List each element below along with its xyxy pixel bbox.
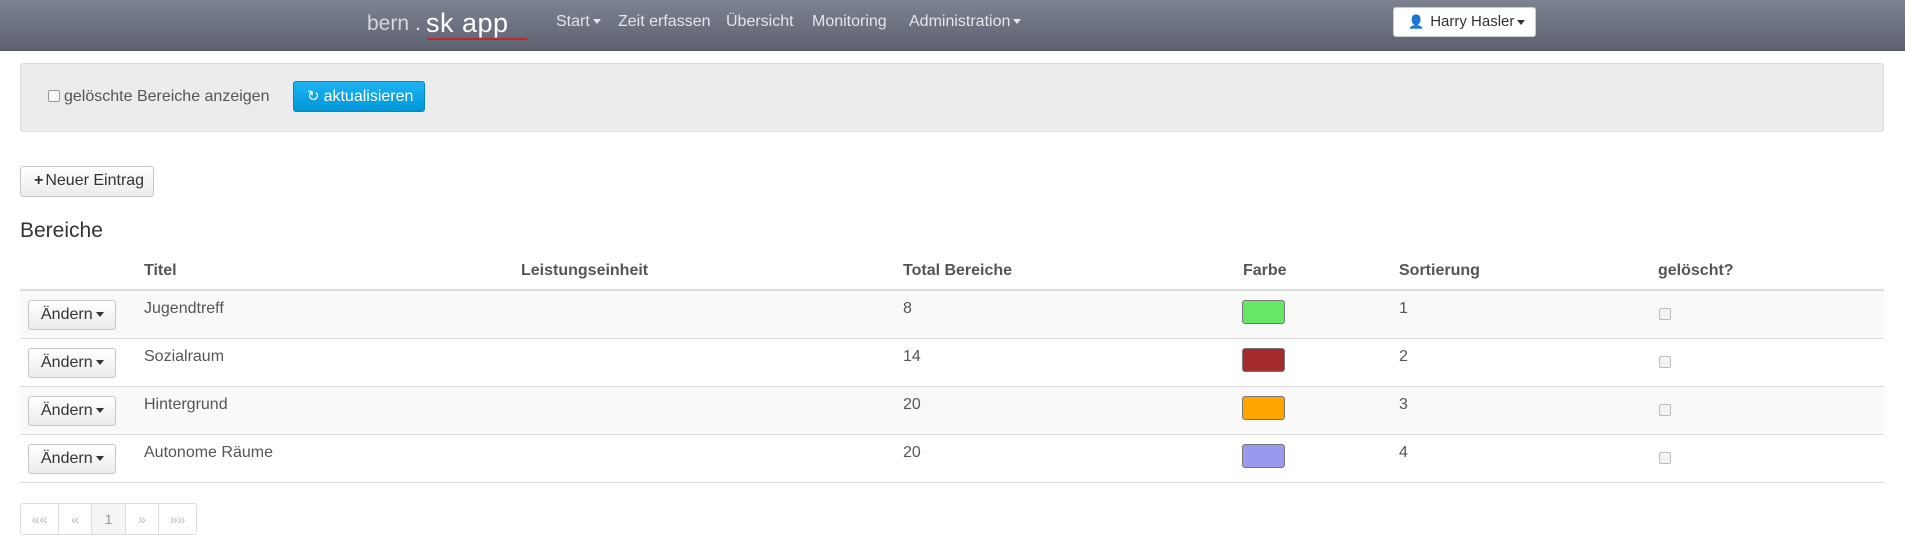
chevron-down-icon — [95, 312, 104, 318]
row-change-button[interactable]: Ändern — [28, 396, 116, 426]
cell-total-bereiche: 14 — [903, 348, 921, 365]
row-change-label: Ändern — [41, 402, 93, 419]
row-change-button[interactable]: Ändern — [28, 300, 116, 330]
column-header-geloescht[interactable]: gelöscht? — [1658, 262, 1734, 280]
nav-uebersicht[interactable]: Übersicht — [726, 13, 794, 31]
chevron-down-icon — [95, 456, 104, 462]
nav-administration-label: Administration — [909, 13, 1011, 30]
cell-sortierung: 4 — [1399, 444, 1408, 461]
brand-dot: . — [415, 12, 421, 35]
show-deleted-label: gelöschte Bereiche anzeigen — [64, 88, 270, 105]
row-change-label: Ändern — [41, 354, 93, 371]
chevron-down-icon — [95, 408, 104, 414]
nav-uebersicht-label: Übersicht — [726, 13, 794, 30]
color-swatch — [1242, 348, 1285, 372]
table-row: Ändern Hintergrund 20 3 — [20, 387, 1884, 435]
nav-start-label: Start — [556, 13, 590, 30]
color-swatch — [1242, 444, 1285, 468]
cell-total-bereiche: 8 — [903, 300, 912, 317]
deleted-checkbox — [1659, 308, 1671, 320]
color-swatch — [1242, 300, 1285, 324]
brand-prefix: bern — [367, 12, 410, 35]
pagination: «« « 1 » »» — [20, 503, 197, 535]
section-title: Bereiche — [20, 219, 103, 242]
column-header-titel[interactable]: Titel — [144, 262, 177, 280]
top-navbar: bern . sk app Start Zeit erfassen Übersi… — [0, 0, 1905, 51]
column-header-sortierung[interactable]: Sortierung — [1399, 262, 1480, 280]
table-row: Ändern Jugendtreff 8 1 — [20, 291, 1884, 339]
pagination-page-current[interactable]: 1 — [91, 503, 126, 535]
column-header-farbe[interactable]: Farbe — [1243, 262, 1287, 280]
pagination-last[interactable]: »» — [158, 503, 197, 535]
cell-sortierung: 2 — [1399, 348, 1408, 365]
cell-titel: Autonome Räume — [144, 444, 273, 461]
refresh-button-label: aktualisieren — [323, 88, 414, 105]
column-header-leistungseinheit[interactable]: Leistungseinheit — [521, 262, 648, 280]
new-entry-button[interactable]: + Neuer Eintrag — [20, 166, 154, 197]
column-header-total-bereiche[interactable]: Total Bereiche — [903, 262, 1012, 280]
table-row: Ändern Autonome Räume 20 4 — [20, 435, 1884, 483]
refresh-button[interactable]: ↻ aktualisieren — [293, 81, 425, 112]
color-swatch — [1242, 396, 1285, 420]
chevron-down-icon — [1013, 19, 1022, 25]
cell-total-bereiche: 20 — [903, 396, 921, 413]
nav-zeit-erfassen[interactable]: Zeit erfassen — [618, 13, 710, 31]
nav-monitoring[interactable]: Monitoring — [812, 13, 887, 31]
brand-underline — [427, 38, 527, 40]
show-deleted-checkbox[interactable] — [48, 90, 60, 102]
new-entry-label: Neuer Eintrag — [45, 172, 145, 189]
cell-titel: Jugendtreff — [144, 300, 224, 317]
cell-sortierung: 1 — [1399, 300, 1408, 317]
row-change-button[interactable]: Ändern — [28, 444, 116, 474]
chevron-down-icon — [95, 360, 104, 366]
nav-start[interactable]: Start — [556, 13, 601, 31]
chevron-down-icon — [592, 19, 601, 25]
deleted-checkbox — [1659, 452, 1671, 464]
cell-total-bereiche: 20 — [903, 444, 921, 461]
nav-monitoring-label: Monitoring — [812, 13, 887, 30]
cell-sortierung: 3 — [1399, 396, 1408, 413]
table-row: Ändern Sozialraum 14 2 — [20, 339, 1884, 387]
deleted-checkbox — [1659, 404, 1671, 416]
nav-administration[interactable]: Administration — [909, 13, 1022, 31]
nav-zeit-erfassen-label: Zeit erfassen — [618, 13, 711, 30]
plus-icon: + — [34, 172, 44, 189]
user-icon: 👤 — [1408, 14, 1425, 29]
user-name: Harry Hasler — [1430, 13, 1515, 30]
pagination-next[interactable]: » — [125, 503, 159, 535]
show-deleted-toggle[interactable]: gelöschte Bereiche anzeigen — [48, 88, 269, 106]
pagination-prev[interactable]: « — [58, 503, 92, 535]
row-change-button[interactable]: Ändern — [28, 348, 116, 378]
pagination-first[interactable]: «« — [20, 503, 59, 535]
deleted-checkbox — [1659, 356, 1671, 368]
brand-name: sk app — [426, 8, 509, 38]
cell-titel: Sozialraum — [144, 348, 225, 365]
filter-panel: gelöschte Bereiche anzeigen ↻ aktualisier… — [20, 63, 1884, 132]
row-change-label: Ändern — [41, 306, 93, 323]
row-change-label: Ändern — [41, 450, 93, 467]
cell-titel: Hintergrund — [144, 396, 228, 413]
chevron-down-icon — [1517, 19, 1526, 25]
refresh-icon: ↻ — [307, 88, 320, 105]
user-menu-button[interactable]: 👤 Harry Hasler — [1393, 7, 1536, 37]
